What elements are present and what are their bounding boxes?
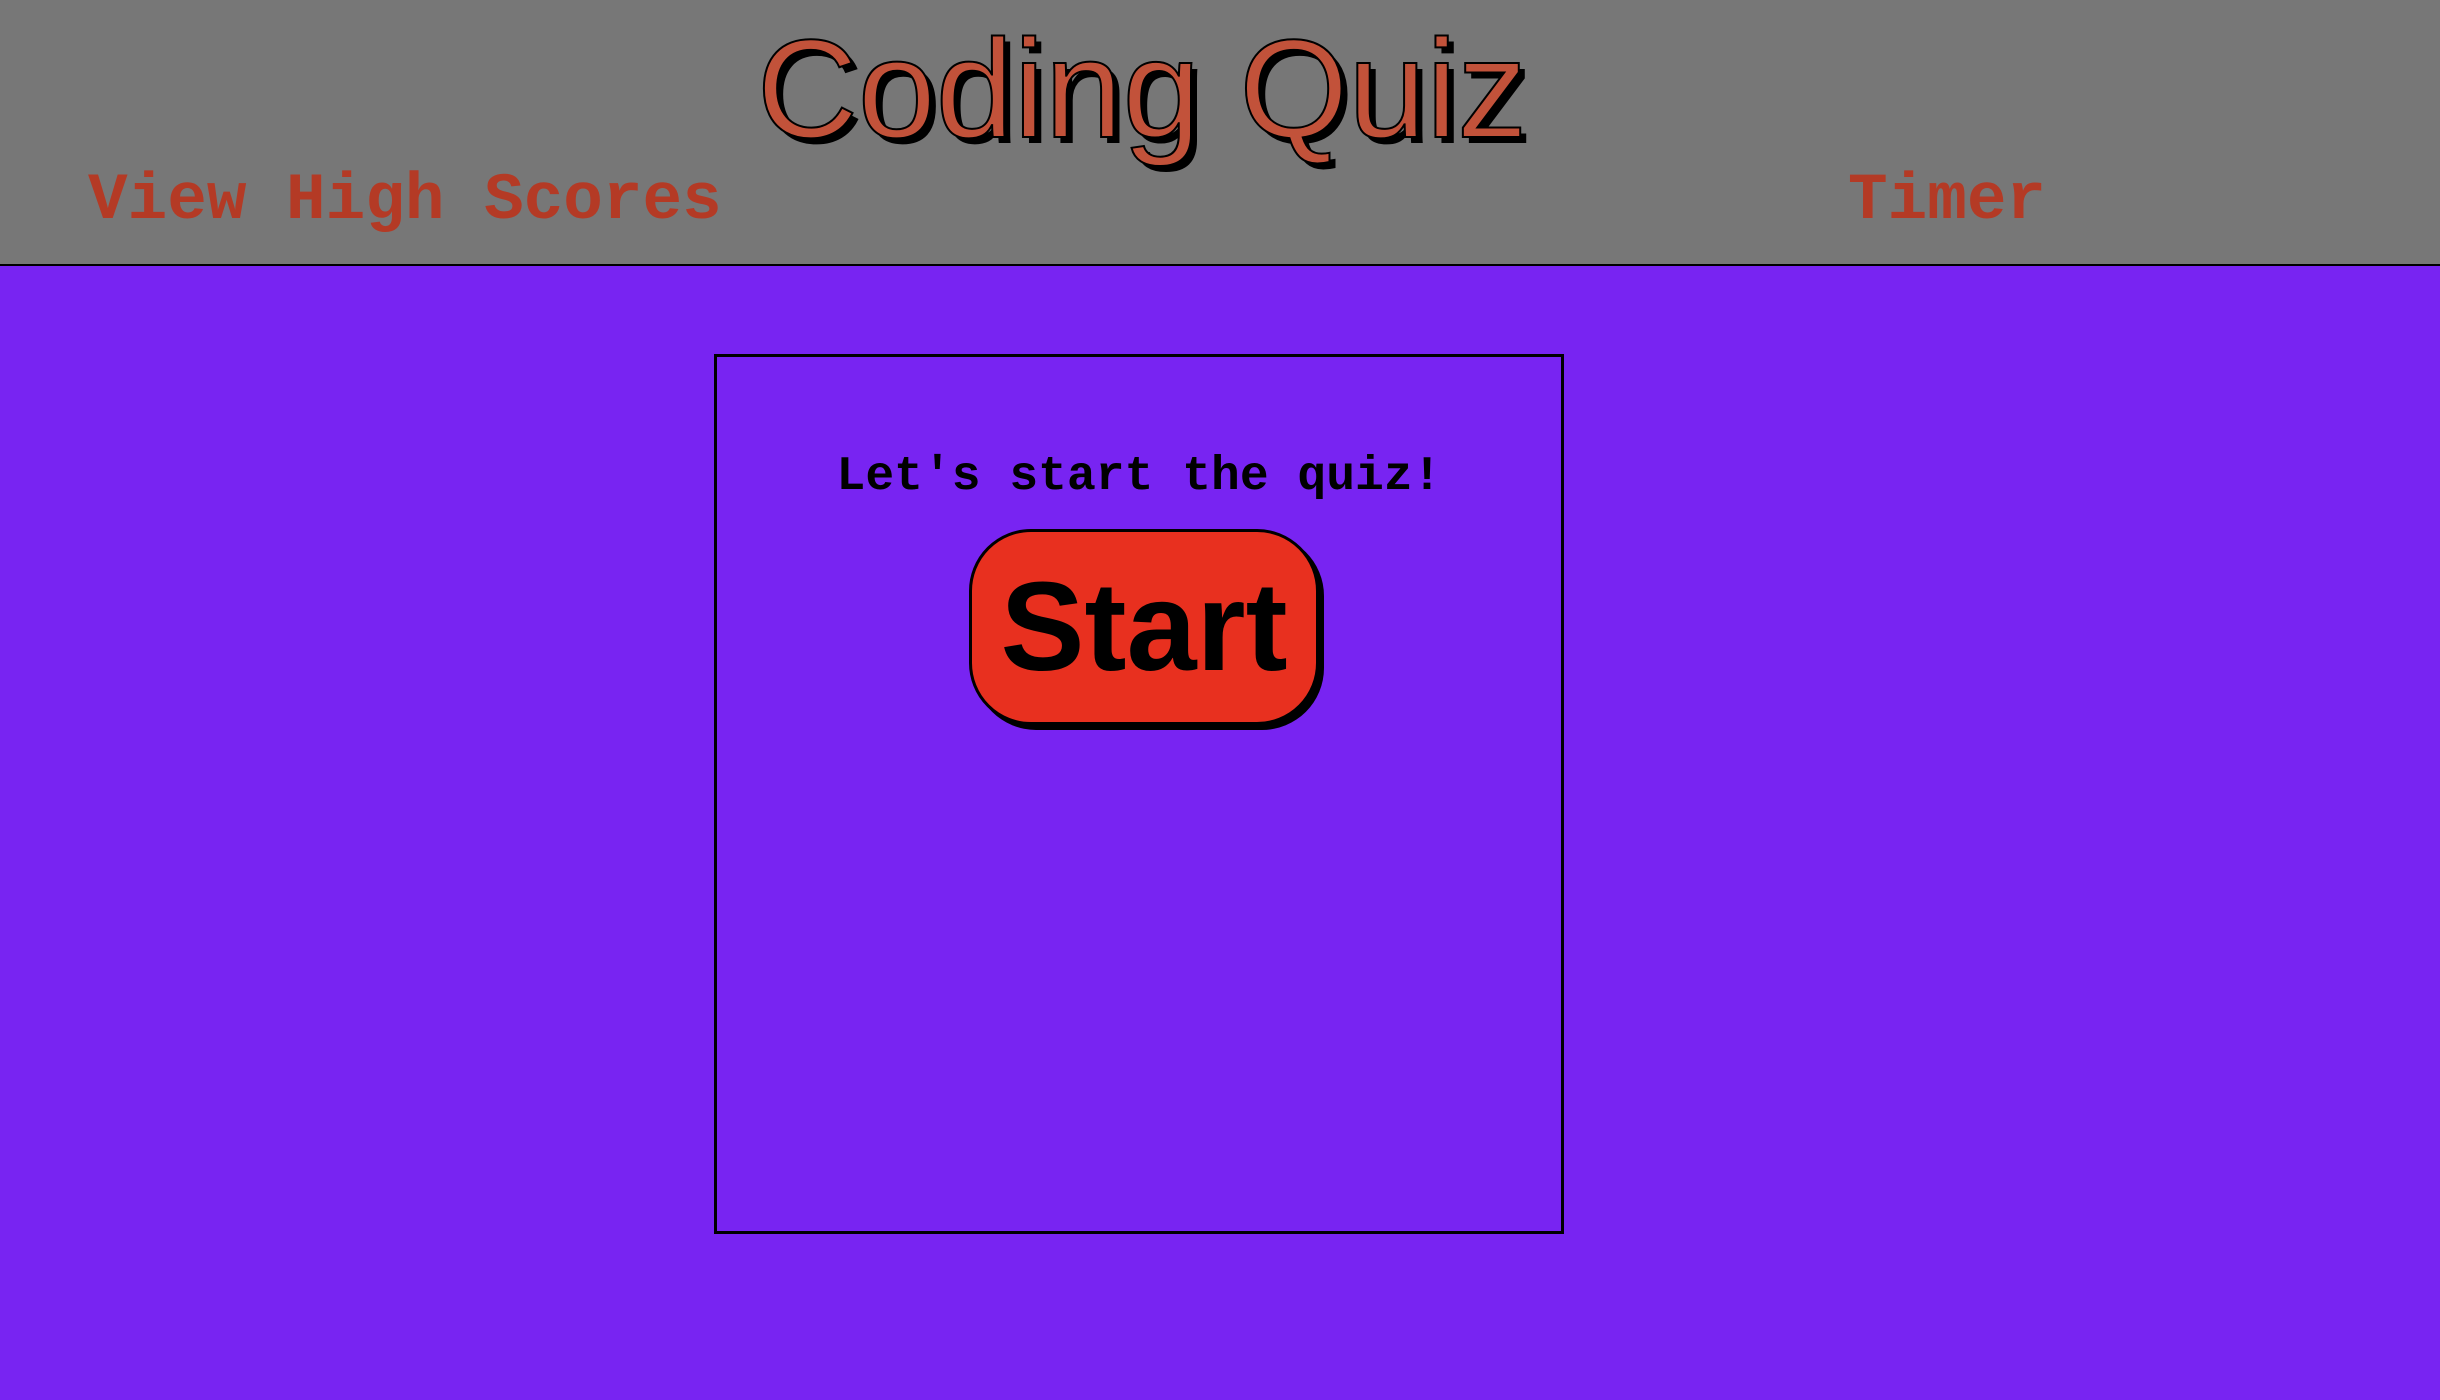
view-high-scores-link[interactable]: View High Scores xyxy=(88,168,722,234)
quiz-prompt: Let's start the quiz! xyxy=(836,450,1442,504)
page-title: Coding Quiz xyxy=(756,10,1528,167)
timer-label: Timer xyxy=(1848,163,2047,238)
page-header: Coding Quiz View High Scores Timer xyxy=(0,0,2440,266)
start-button[interactable]: Start xyxy=(969,529,1319,725)
quiz-container: Let's start the quiz! Start xyxy=(714,354,1564,1234)
